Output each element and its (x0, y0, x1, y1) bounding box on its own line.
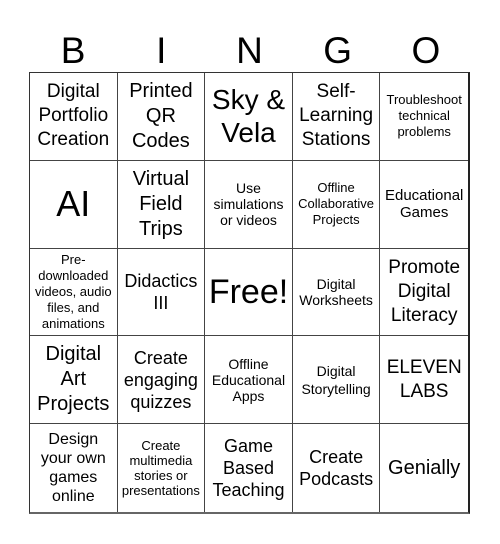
header-letter-g: G (323, 30, 353, 71)
cell-text: AI (56, 183, 91, 225)
cell-text: Genially (388, 456, 461, 479)
cell-text: ELEVEN LABS (386, 356, 462, 402)
bingo-cell[interactable]: Design your own games online (30, 424, 118, 512)
bingo-cell[interactable]: Pre-downloaded videos, audio files, and … (30, 248, 118, 337)
cell-text: Game Based Teaching (212, 436, 285, 501)
bingo-cell[interactable]: Digital Storytelling (292, 336, 381, 425)
cell-text: Use simulations or videos (213, 180, 284, 229)
bingo-cell[interactable]: Use simulations or videos (205, 160, 293, 249)
cell-text: Pre-downloaded videos, audio files, and … (34, 251, 112, 331)
cell-text: Self-Learning Stations (299, 81, 374, 151)
bingo-cell[interactable]: ELEVEN LABS (380, 336, 468, 425)
bingo-cell[interactable]: Didactics III (117, 248, 206, 337)
bingo-cell[interactable]: Digital Art Projects (30, 336, 118, 425)
bingo-cell[interactable]: Virtual Field Trips (117, 160, 206, 249)
cell-text: Troubleshoot technical problems (386, 92, 462, 140)
cell-text: Offline Collaborative Projects (298, 180, 375, 228)
cell-text: Free! (208, 272, 289, 311)
header-letter-n: N (236, 30, 263, 71)
bingo-cell[interactable]: Promote Digital Literacy (380, 249, 468, 337)
bingo-cell[interactable]: Offline Educational Apps (205, 336, 293, 425)
bingo-cell[interactable]: Free! (205, 248, 293, 337)
bingo-cell[interactable]: Digital Worksheets (292, 248, 381, 337)
bingo-cell[interactable]: Self-Learning Stations (292, 73, 381, 161)
cell-text: Design your own games online (40, 431, 106, 506)
header-letter-o: O (411, 30, 441, 71)
bingo-grid: Digital Portfolio Creation Printed QR Co… (29, 72, 470, 514)
bingo-cell[interactable]: Educational Games (380, 161, 468, 249)
header-letter-i: I (156, 30, 167, 71)
bingo-cell[interactable]: Digital Portfolio Creation (30, 73, 118, 161)
cell-text: Didactics III (124, 270, 198, 313)
header-letter-b: B (60, 30, 86, 71)
bingo-cell[interactable]: Printed QR Codes (117, 73, 206, 161)
cell-text: Sky & Vela (211, 84, 286, 149)
cell-text: Digital Portfolio Creation (37, 81, 110, 151)
cell-text: Create engaging quizzes (123, 347, 198, 412)
cell-text: Educational Games (384, 187, 464, 222)
cell-text: Digital Worksheets (299, 275, 373, 308)
bingo-cell[interactable]: Genially (380, 424, 468, 512)
bingo-cell[interactable]: Create engaging quizzes (117, 336, 206, 425)
bingo-cell[interactable]: Offline Collaborative Projects (292, 160, 381, 249)
cell-text: Digital Storytelling (301, 362, 371, 397)
cell-text: Promote Digital Literacy (388, 256, 461, 326)
cell-text: Virtual Field Trips (132, 167, 190, 240)
bingo-cell[interactable]: AI (30, 160, 118, 249)
bingo-cell[interactable]: Troubleshoot technical problems (380, 73, 468, 161)
bingo-cell[interactable]: Game Based Teaching (205, 424, 293, 512)
cell-text: Create Podcasts (299, 447, 374, 490)
cell-text: Digital Art Projects (37, 343, 110, 416)
cell-text: Printed QR Codes (129, 79, 193, 152)
bingo-cell[interactable]: Create Podcasts (293, 424, 381, 512)
bingo-cell[interactable]: Sky & Vela (205, 73, 293, 161)
cell-text: Offline Educational Apps (211, 355, 286, 404)
bingo-cell[interactable]: Create multimedia stories or presentatio… (118, 424, 206, 512)
bingo-header: B I N G O (29, 30, 470, 72)
cell-text: Create multimedia stories or presentatio… (121, 438, 200, 499)
